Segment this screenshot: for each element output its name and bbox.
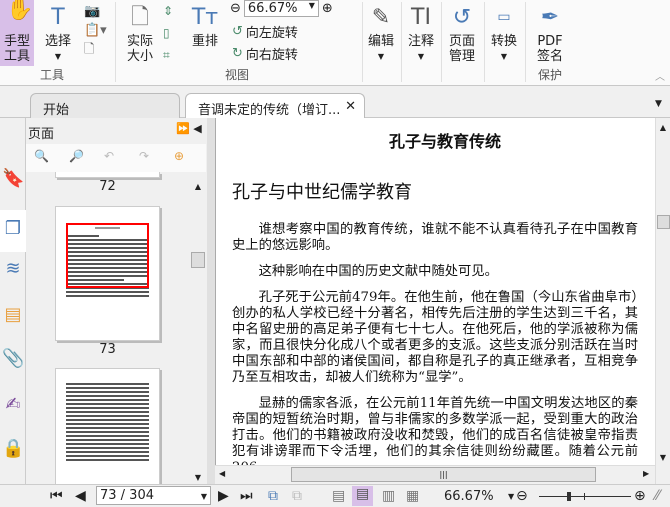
zoom-select[interactable]: 66.67% ▼ xyxy=(243,0,319,17)
close-tab-icon[interactable]: ✕ xyxy=(345,99,356,114)
next-view-icon: ⧉ xyxy=(292,488,302,504)
zoom-slider[interactable] xyxy=(539,492,631,501)
first-page-button[interactable]: ⏮ xyxy=(50,488,63,504)
pages-panel: 页面 ⏩ ◀ 🔍 🔎 ↶ ↷ ⊕ 72 73 ▲ ▼ xyxy=(26,118,206,488)
resize-grip-icon[interactable]: ⁄⁄ xyxy=(655,488,660,504)
layers-icon[interactable]: ≋ xyxy=(2,258,24,279)
rotate-right-icon: ↻ xyxy=(232,46,243,61)
horizontal-scroll-thumb[interactable]: ||| xyxy=(291,467,596,482)
tab-document[interactable]: 音调未定的传统（增订... ✕ xyxy=(185,93,365,118)
lock-icon[interactable]: 🔒 xyxy=(2,438,24,459)
document-title: 孔子与教育传统 xyxy=(388,132,501,151)
vertical-scroll-thumb[interactable] xyxy=(657,215,670,229)
edit-icon: ✎ xyxy=(371,4,391,30)
hand-tool-button[interactable]: ✋ 手型 工具 xyxy=(0,0,34,66)
zoom-in-button[interactable]: ⊕ xyxy=(634,488,646,504)
tool-icons: 📷 📋▾ 🗋 xyxy=(84,2,107,59)
rotate-right-button[interactable]: ↻ 向右旋转 xyxy=(232,44,298,63)
document-view: 孔子与教育传统 孔子与中世纪儒学教育 谁想考察中国的教育传统，谁就不能不认真看待… xyxy=(215,118,655,465)
ribbon: ✋ 手型 工具 T 选择 ▼ 📷 📋▾ 🗋 工具 🗋 实际 大小 ⇕ ▯ ⌗ Tт 重… xyxy=(0,0,670,86)
reflow-button[interactable]: Tт 重排 xyxy=(190,0,220,49)
fit-icons: ⇕ ▯ ⌗ xyxy=(163,0,173,66)
paragraph: 孔子死于公元前479年。在他生前，他在鲁国（今山东省曲阜市）创办的私人学校已经十… xyxy=(232,290,638,385)
text-annotation-icon: TI xyxy=(411,4,431,30)
tab-bar: 开始 音调未定的传统（增订... ✕ ▼ xyxy=(0,87,670,118)
visible-area-box[interactable] xyxy=(66,223,149,288)
zoom-out-button[interactable]: ⊖ xyxy=(516,488,528,504)
convert-icon: ▭ xyxy=(497,8,511,25)
zoom-level[interactable]: 66.67% xyxy=(444,489,494,504)
zoom-slider-thumb[interactable] xyxy=(567,492,571,501)
last-page-button[interactable]: ⏭ xyxy=(240,488,253,504)
panel-splitter[interactable] xyxy=(207,118,215,484)
facing-pages-icon[interactable]: ▥ xyxy=(382,488,395,504)
page-thumbnail-73[interactable] xyxy=(55,206,160,341)
page-thumbnail-toolbar: 🔍 🔎 ↶ ↷ ⊕ xyxy=(26,144,206,172)
page-number-72: 72 xyxy=(99,179,116,194)
enlarge-thumbnail-icon[interactable]: 🔍 xyxy=(34,149,49,163)
rotate-page-left-icon: ↶ xyxy=(104,149,115,163)
attachment-icon[interactable]: 📎 xyxy=(2,348,24,369)
next-page-button[interactable]: ▶ xyxy=(218,488,229,504)
rotate-left-icon: ↺ xyxy=(232,24,243,39)
zoom-dropdown-icon[interactable]: ▼ xyxy=(508,492,514,501)
tools-group-label: 工具 xyxy=(40,68,65,82)
navigation-strip: 🔖 ❐ ≋ ▤ 📎 ✍ 🔒 xyxy=(0,118,26,484)
panel-title: 页面 xyxy=(28,127,55,142)
fit-page-icon[interactable]: ▯ xyxy=(163,22,173,44)
pdf-sign-button[interactable]: ✒ PDF 签名 xyxy=(530,0,570,64)
page-thumbnail-72[interactable] xyxy=(55,172,160,178)
tab-list-dropdown[interactable]: ▼ xyxy=(655,99,662,109)
reflow-icon: Tт xyxy=(191,4,219,30)
hand-icon: ✋ xyxy=(6,0,34,22)
comment-button[interactable]: TI 注释 ▼ xyxy=(405,0,437,64)
zoom-control: ⊖ 66.67% ▼ ⊕ xyxy=(230,0,333,17)
section-heading: 孔子与中世纪儒学教育 xyxy=(232,182,412,203)
fit-visible-icon[interactable]: ⌗ xyxy=(163,44,173,66)
horizontal-scrollbar[interactable]: ◀ ||| ▶ xyxy=(215,465,655,483)
shrink-thumbnail-icon[interactable]: 🔎 xyxy=(69,149,84,163)
rotate-page-right-icon: ↷ xyxy=(139,149,150,163)
single-page-icon[interactable]: ▤ xyxy=(332,488,345,504)
zoom-in-icon[interactable]: ⊕ xyxy=(322,1,333,16)
pages-icon[interactable]: ❐ xyxy=(0,210,26,252)
paragraph: 这种影响在中国的历史文献中随处可见。 xyxy=(258,264,498,279)
select-button[interactable]: T 选择 ▼ xyxy=(40,0,76,64)
page-rotate-icon: ↺ xyxy=(452,4,472,30)
rotate-left-button[interactable]: ↺ 向左旋转 xyxy=(232,22,298,41)
page-icon: 🗋 xyxy=(131,4,149,30)
comments-icon[interactable]: ▤ xyxy=(2,304,24,325)
collapse-ribbon-icon[interactable]: ︿ xyxy=(655,68,665,83)
previous-page-button[interactable]: ◀ xyxy=(75,488,86,504)
edit-button[interactable]: ✎ 编辑 ▼ xyxy=(366,0,396,64)
page-number-input[interactable]: 73 / 304 ▼ xyxy=(96,486,211,505)
panel-collapse-icons[interactable]: ⏩ ◀ xyxy=(176,122,202,135)
snapshot-icon[interactable]: 📷 xyxy=(84,2,107,21)
page-thumbnail-74[interactable] xyxy=(55,368,160,488)
continuous-facing-icon[interactable]: ▦ xyxy=(406,488,419,504)
pen-sign-icon: ✒ xyxy=(540,4,560,30)
paragraph: 显赫的儒家各派，在公元前11年首先统一中国文明发达地区的秦帝国的短暂统治时期，曾… xyxy=(232,396,638,465)
vertical-scrollbar[interactable]: ▲ ▼ xyxy=(655,118,670,484)
previous-view-icon[interactable]: ⧉ xyxy=(268,488,278,504)
view-group-label: 视图 xyxy=(225,68,250,82)
paragraph: 谁想考察中国的教育传统，谁就不能不认真看待孔子在中国教育史上的悠远影响。 xyxy=(232,222,638,253)
page-number-73: 73 xyxy=(99,342,116,357)
insert-page-icon[interactable]: ⊕ xyxy=(174,149,184,163)
actual-size-button[interactable]: 🗋 实际 大小 xyxy=(122,0,158,64)
page-manage-button[interactable]: ↺ 页面 管理 xyxy=(445,0,479,64)
status-bar: ⏮ ◀ 73 / 304 ▼ ▶ ⏭ ⧉ ⧉ ▤ ▤ ▥ ▦ 66.67% ▼ ⊖… xyxy=(0,484,670,507)
zoom-out-icon[interactable]: ⊖ xyxy=(230,1,241,16)
clipboard-icon[interactable]: 📋▾ xyxy=(84,21,107,40)
signature-icon[interactable]: ✍ xyxy=(2,394,24,415)
bookmark-page-icon[interactable]: 🗋 xyxy=(84,40,107,59)
bookmark-icon[interactable]: 🔖 xyxy=(2,168,24,189)
convert-button[interactable]: ▭ 转换 ▼ xyxy=(488,0,520,64)
panel-scrollbar[interactable]: ▲ ▼ xyxy=(190,172,206,484)
text-cursor-icon: T xyxy=(51,4,65,30)
fit-width-icon[interactable]: ⇕ xyxy=(163,0,173,22)
tab-start[interactable]: 开始 xyxy=(30,93,180,118)
protect-group-label: 保护 xyxy=(538,68,563,82)
continuous-page-icon[interactable]: ▤ xyxy=(352,486,374,506)
